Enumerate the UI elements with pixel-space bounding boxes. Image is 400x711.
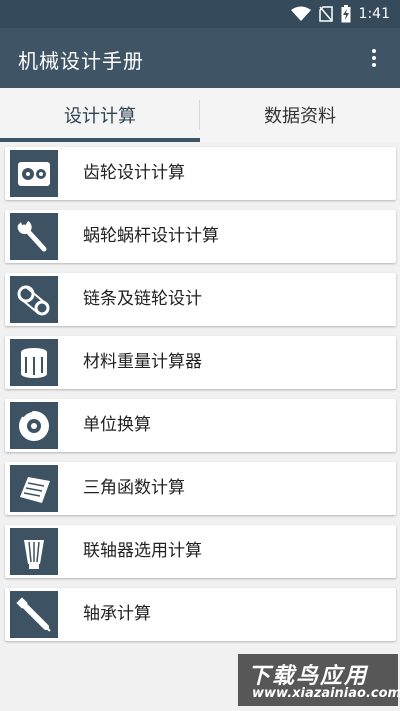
- list-item-label: 联轴器选用计算: [83, 541, 202, 561]
- tab-data-reference[interactable]: 数据资料: [200, 88, 400, 142]
- filter-cylinder-icon: [10, 339, 58, 386]
- list-item-gear-design[interactable]: 齿轮设计计算: [5, 147, 396, 200]
- list-item-material-weight[interactable]: 材料重量计算器: [5, 336, 396, 389]
- watermark-url: www.xiazainiao.com: [252, 686, 400, 701]
- list-item-label: 蜗轮蜗杆设计计算: [83, 226, 219, 246]
- list-item-label: 三角函数计算: [83, 478, 185, 498]
- tab-design-calc[interactable]: 设计计算: [0, 88, 200, 142]
- chain-drive-icon: [10, 276, 58, 323]
- brake-disc-icon: [10, 402, 58, 449]
- list-item-worm-gear[interactable]: 蜗轮蜗杆设计计算: [5, 210, 396, 263]
- list-item-label: 链条及链轮设计: [83, 289, 202, 309]
- list-item-coupling-selection[interactable]: 联轴器选用计算: [5, 525, 396, 578]
- battery-charging-icon: [341, 5, 351, 23]
- list-item-chain-sprocket[interactable]: 链条及链轮设计: [5, 273, 396, 326]
- wrench-icon: [10, 213, 58, 260]
- list-item-bearing-calc[interactable]: 轴承计算: [5, 588, 396, 641]
- list-item-label: 单位换算: [83, 415, 151, 435]
- air-filter-panel-icon: [10, 465, 58, 512]
- tab-divider: [199, 100, 200, 130]
- overflow-menu-button[interactable]: [358, 40, 390, 76]
- cone-filter-icon: [10, 528, 58, 575]
- list-item-label: 轴承计算: [83, 604, 151, 624]
- status-bar: 1:41: [0, 0, 400, 28]
- wifi-icon: [290, 6, 311, 22]
- list-item-label: 材料重量计算器: [83, 352, 202, 372]
- calc-list: 齿轮设计计算 蜗轮蜗杆设计计算 链条及链轮设计 材料重量计算器 单位换算 三角函…: [5, 147, 396, 651]
- clock: 1:41: [358, 6, 390, 22]
- overflow-menu-icon: [372, 49, 376, 53]
- app-bar: 机械设计手册: [0, 28, 400, 88]
- watermark-logo: 下载鸟应用 www.xiazainiao.com: [238, 654, 400, 706]
- list-item-label: 齿轮设计计算: [83, 163, 185, 183]
- spark-plug-icon: [10, 591, 58, 638]
- gear-box-icon: [10, 150, 58, 197]
- status-icons: 1:41: [290, 4, 390, 24]
- no-sim-icon: [318, 6, 333, 22]
- app-title: 机械设计手册: [18, 49, 144, 73]
- tab-bar: 设计计算 数据资料: [0, 88, 400, 142]
- list-item-unit-conversion[interactable]: 单位换算: [5, 399, 396, 452]
- list-item-trig-functions[interactable]: 三角函数计算: [5, 462, 396, 515]
